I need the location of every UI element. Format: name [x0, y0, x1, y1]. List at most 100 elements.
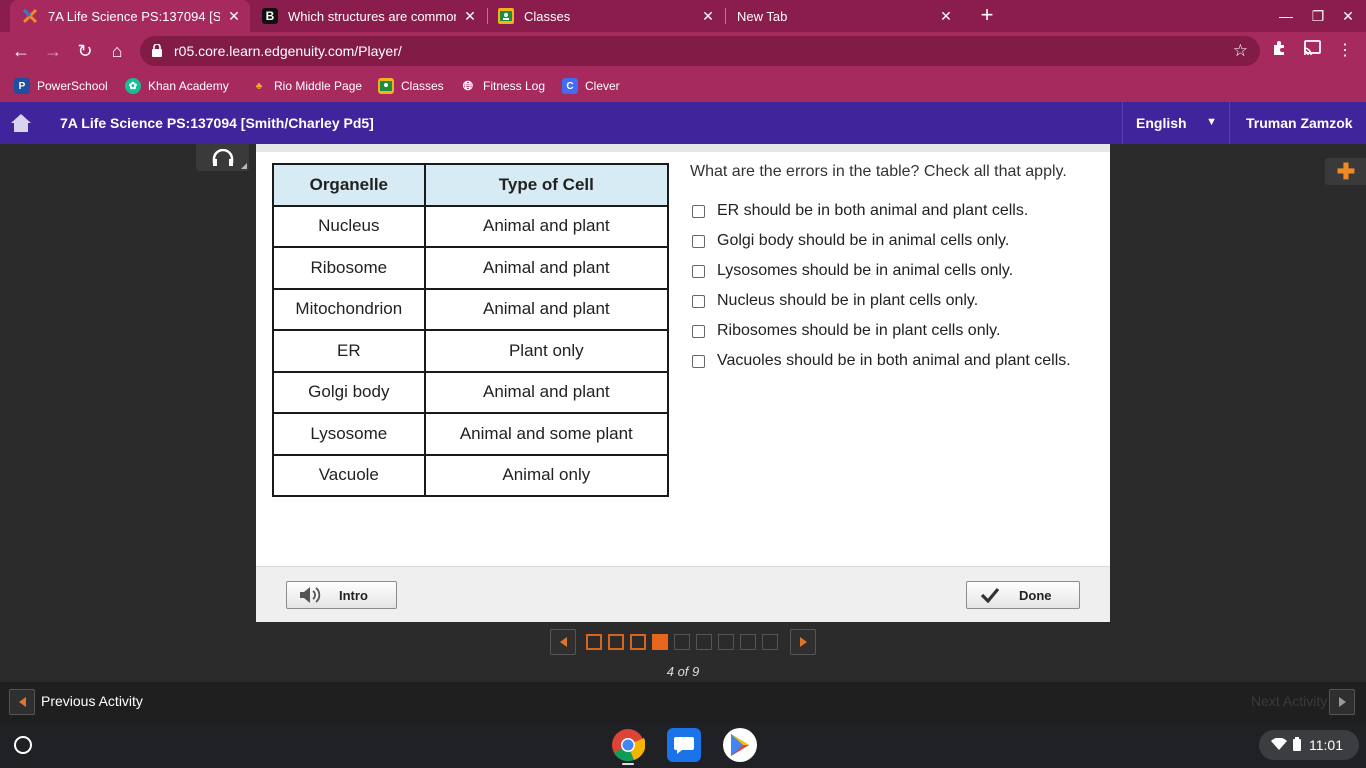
bookmark-rio-middle-page[interactable]: ♣ Rio Middle Page	[251, 76, 362, 96]
answer-option[interactable]: Lysosomes should be in animal cells only…	[690, 256, 1071, 286]
intro-button[interactable]: Intro	[286, 581, 397, 609]
organelle-cell: Vacuole	[272, 453, 426, 497]
home-button[interactable]	[0, 102, 42, 144]
home-icon[interactable]: ⌂	[106, 40, 128, 62]
answer-checkbox[interactable]	[692, 234, 705, 248]
tab-title: Classes	[524, 8, 571, 24]
answer-label[interactable]: Vacuoles should be in both animal and pl…	[717, 352, 1071, 370]
activity-navigation: Previous Activity Next Activity	[0, 682, 1366, 722]
language-select[interactable]: English ▼	[1122, 102, 1230, 144]
page-box-7[interactable]	[718, 634, 734, 650]
launcher-icon[interactable]	[14, 736, 32, 754]
tab-classes[interactable]: Classes ✕	[488, 0, 724, 32]
bookmark-classes[interactable]: Classes	[378, 76, 444, 96]
messages-app-icon[interactable]	[667, 728, 701, 762]
cast-icon[interactable]	[1301, 40, 1323, 62]
active-app-indicator	[622, 763, 634, 765]
stage-footer: Intro Done	[256, 566, 1110, 622]
close-window-icon[interactable]: ✕	[1338, 6, 1358, 26]
reload-icon[interactable]: ↻	[74, 40, 96, 62]
powerschool-icon: P	[14, 78, 30, 94]
answer-option[interactable]: Vacuoles should be in both animal and pl…	[690, 346, 1071, 376]
rio-middle-icon: ♣	[255, 80, 263, 92]
done-button[interactable]: Done	[966, 581, 1080, 609]
chrome-app-icon[interactable]	[611, 728, 645, 762]
answer-label[interactable]: Golgi body should be in animal cells onl…	[717, 232, 1009, 250]
cell-type-cell: Animal and plant	[423, 204, 670, 248]
stage-top-border	[256, 144, 1110, 152]
speaker-icon	[299, 586, 321, 604]
restore-window-icon[interactable]: ❐	[1308, 6, 1328, 26]
next-page-button[interactable]	[790, 629, 816, 655]
tools-plus-button[interactable]: ✚	[1325, 158, 1366, 185]
page-box-5[interactable]	[674, 634, 690, 650]
clever-icon: C	[562, 78, 578, 94]
back-arrow-icon[interactable]: ←	[10, 40, 32, 62]
page-count: 4 of 9	[666, 664, 700, 679]
close-icon[interactable]: ✕	[938, 8, 954, 24]
more-menu-icon[interactable]: ⋮	[1334, 40, 1356, 62]
tab-title: 7A Life Science PS:137094 [Smit	[48, 8, 220, 24]
answer-label[interactable]: ER should be in both animal and plant ce…	[717, 202, 1028, 220]
status-tray[interactable]: 11:01	[1259, 730, 1359, 760]
answer-checkbox[interactable]	[692, 294, 705, 308]
page-box-3[interactable]	[630, 634, 646, 650]
audio-headphones-button[interactable]	[196, 144, 249, 171]
bookmark-clever[interactable]: C Clever	[562, 76, 620, 96]
close-icon[interactable]: ✕	[700, 8, 716, 24]
cell-type-cell: Plant only	[423, 329, 670, 373]
bookmark-powerschool[interactable]: P PowerSchool	[14, 76, 108, 96]
resize-corner-icon	[241, 163, 247, 169]
tab-life-science[interactable]: 7A Life Science PS:137094 [Smit ✕	[10, 0, 250, 32]
page-box-4[interactable]	[652, 634, 668, 650]
page-box-1[interactable]	[586, 634, 602, 650]
left-arrow-icon	[559, 637, 567, 647]
address-bar[interactable]: r05.core.learn.edgenuity.com/Player/ ☆	[140, 36, 1260, 66]
page-box-9[interactable]	[762, 634, 778, 650]
minimize-icon[interactable]: —	[1276, 6, 1296, 26]
user-name[interactable]: Truman Zamzok	[1246, 115, 1353, 131]
close-icon[interactable]: ✕	[462, 8, 478, 24]
answer-label[interactable]: Lysosomes should be in animal cells only…	[717, 262, 1013, 280]
answer-option[interactable]: Golgi body should be in animal cells onl…	[690, 226, 1071, 256]
organelle-cell: Mitochondrion	[272, 287, 426, 331]
bookmark-fitness-log[interactable]: 🌐︎ Fitness Log	[460, 76, 545, 96]
play-store-app-icon[interactable]	[723, 728, 757, 762]
organelle-cell: Nucleus	[272, 204, 426, 248]
answer-label[interactable]: Nucleus should be in plant cells only.	[717, 292, 978, 310]
bookmark-star-icon[interactable]: ☆	[1233, 41, 1248, 61]
done-label: Done	[1019, 587, 1052, 603]
answer-checkbox[interactable]	[692, 204, 705, 218]
tab-title: New Tab	[737, 8, 788, 24]
bookmark-khan-academy[interactable]: ✿ Khan Academy	[125, 76, 229, 96]
previous-page-button[interactable]	[550, 629, 576, 655]
answer-label[interactable]: Ribosomes should be in plant cells only.	[717, 322, 1000, 340]
bookmark-label: Classes	[401, 79, 444, 93]
answer-checkbox[interactable]	[692, 264, 705, 278]
page-box-8[interactable]	[740, 634, 756, 650]
answer-checkbox[interactable]	[692, 324, 705, 338]
forward-arrow-icon[interactable]: →	[42, 40, 64, 62]
home-icon	[11, 114, 31, 132]
organelle-cell: Lysosome	[272, 412, 426, 456]
organelle-cell: Ribosome	[272, 246, 426, 290]
previous-activity-arrow[interactable]	[9, 689, 35, 715]
answer-option[interactable]: Ribosomes should be in plant cells only.	[690, 316, 1071, 346]
tab-brainly[interactable]: B Which structures are common to ✕	[250, 0, 486, 32]
bookmark-label: Fitness Log	[483, 79, 546, 93]
activity-stage: Organelle Type of Cell Nucleus Animal and…	[256, 144, 1110, 622]
organelle-cell: Golgi body	[272, 370, 426, 414]
answer-option[interactable]: Nucleus should be in plant cells only.	[690, 286, 1071, 316]
answer-checkbox[interactable]	[692, 354, 705, 368]
cell-type-cell: Animal and some plant	[423, 412, 670, 456]
new-tab-plus-icon[interactable]: +	[976, 4, 998, 26]
answer-option[interactable]: ER should be in both animal and plant ce…	[690, 196, 1071, 226]
khan-academy-icon: ✿	[125, 78, 141, 94]
extensions-puzzle-icon[interactable]	[1268, 40, 1290, 62]
previous-activity-link[interactable]: Previous Activity	[41, 693, 143, 709]
page-box-2[interactable]	[608, 634, 624, 650]
close-icon[interactable]: ✕	[226, 8, 242, 24]
page-box-6[interactable]	[696, 634, 712, 650]
tab-new-tab[interactable]: New Tab ✕	[726, 0, 962, 32]
wifi-icon	[1271, 737, 1287, 753]
